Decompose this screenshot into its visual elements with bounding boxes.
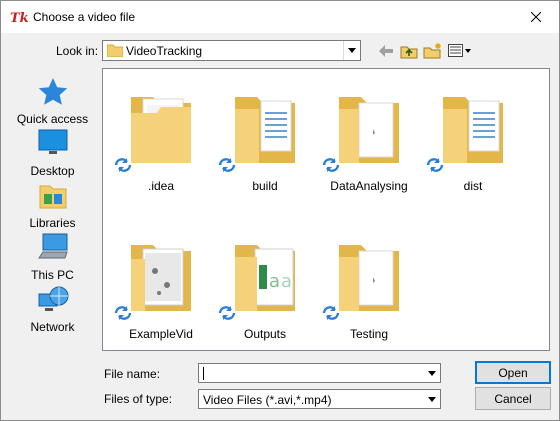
filetype-value: Video Files (*.avi,*.mp4)	[203, 393, 332, 407]
place-desktop[interactable]: Desktop	[9, 128, 96, 180]
chevron-down-icon	[348, 48, 356, 53]
close-icon	[531, 11, 541, 22]
file-list[interactable]: .idea build DataAnalysing dist ExampleVi…	[102, 68, 550, 351]
lookin-dropdown-button[interactable]	[343, 41, 360, 60]
folder-item[interactable]: .idea	[109, 71, 209, 211]
lookin-combobox[interactable]: VideoTracking	[102, 40, 361, 61]
open-button[interactable]: Open	[475, 361, 551, 384]
folder-icon	[329, 83, 409, 173]
file-name: build	[252, 179, 278, 193]
filetype-combobox[interactable]: Video Files (*.avi,*.mp4)	[198, 389, 441, 409]
folder-icon	[433, 83, 513, 173]
file-name: .idea	[147, 179, 175, 193]
window-title: Choose a video file	[33, 10, 136, 24]
lookin-value: VideoTracking	[126, 44, 203, 58]
folder-item[interactable]: a a Outputs	[213, 219, 313, 359]
svg-text:a: a	[269, 271, 280, 292]
desktop-icon	[37, 128, 69, 160]
place-quick-access[interactable]: Quick access	[9, 76, 96, 128]
filename-dropdown-button[interactable]	[423, 364, 440, 382]
svg-text:Tk: Tk	[10, 11, 28, 25]
folder-icon	[121, 231, 201, 321]
computer-icon	[37, 232, 69, 264]
sync-icon	[113, 157, 133, 176]
star-icon	[37, 76, 69, 108]
place-label: Desktop	[30, 164, 75, 178]
svg-text:a: a	[281, 271, 292, 292]
folder-icon	[106, 43, 124, 60]
place-libraries[interactable]: Libraries	[9, 180, 96, 232]
sync-icon	[321, 157, 341, 176]
chevron-down-icon	[427, 370, 436, 376]
view-menu-icon	[448, 44, 471, 57]
folder-icon	[121, 83, 201, 173]
folder-item[interactable]: Testing	[317, 219, 417, 359]
filename-label: File name:	[104, 367, 161, 381]
place-label: This PC	[31, 268, 74, 282]
new-folder-button[interactable]	[422, 41, 444, 61]
sync-icon	[217, 305, 237, 324]
cancel-button[interactable]: Cancel	[475, 387, 551, 410]
file-name: dist	[463, 179, 483, 193]
sync-icon	[217, 157, 237, 176]
folder-item[interactable]: ExampleVid	[109, 219, 209, 359]
file-name: Testing	[349, 327, 389, 341]
network-icon	[37, 284, 69, 316]
sync-icon	[425, 157, 445, 176]
back-arrow-icon	[379, 45, 393, 57]
folder-icon: a a	[225, 231, 305, 321]
lookin-label: Look in:	[56, 44, 99, 58]
place-network[interactable]: Network	[9, 284, 96, 336]
place-label: Network	[30, 320, 75, 334]
folder-item[interactable]: dist	[421, 71, 521, 211]
view-menu-button[interactable]	[447, 41, 473, 61]
sync-icon	[321, 305, 341, 324]
up-folder-icon	[400, 46, 418, 59]
up-folder-button[interactable]	[399, 41, 419, 61]
file-name: DataAnalysing	[330, 179, 408, 193]
folder-item[interactable]: DataAnalysing	[317, 71, 417, 211]
libraries-icon	[37, 180, 69, 212]
folder-item[interactable]: build	[213, 71, 313, 211]
file-dialog: Tk Choose a video file Look in: VideoTra…	[0, 0, 560, 421]
file-name: ExampleVid	[129, 327, 193, 341]
tk-feather-icon: Tk	[10, 9, 29, 26]
close-button[interactable]	[513, 1, 559, 32]
chevron-down-icon	[427, 396, 436, 402]
title-bar: Tk Choose a video file	[1, 1, 559, 33]
place-label: Libraries	[29, 216, 76, 230]
filetype-label: Files of type:	[104, 392, 173, 406]
folder-icon	[329, 231, 409, 321]
filename-combobox[interactable]	[198, 363, 441, 383]
file-name: Outputs	[243, 327, 287, 341]
places-bar: Quick access Desktop Libraries This PC N…	[9, 68, 96, 351]
text-caret	[203, 367, 204, 380]
sync-icon	[113, 305, 133, 324]
filetype-dropdown-button[interactable]	[423, 390, 440, 408]
place-this-pc[interactable]: This PC	[9, 232, 96, 284]
folder-icon	[225, 83, 305, 173]
back-button[interactable]	[377, 41, 395, 61]
new-folder-icon	[423, 43, 441, 59]
place-label: Quick access	[16, 112, 89, 126]
